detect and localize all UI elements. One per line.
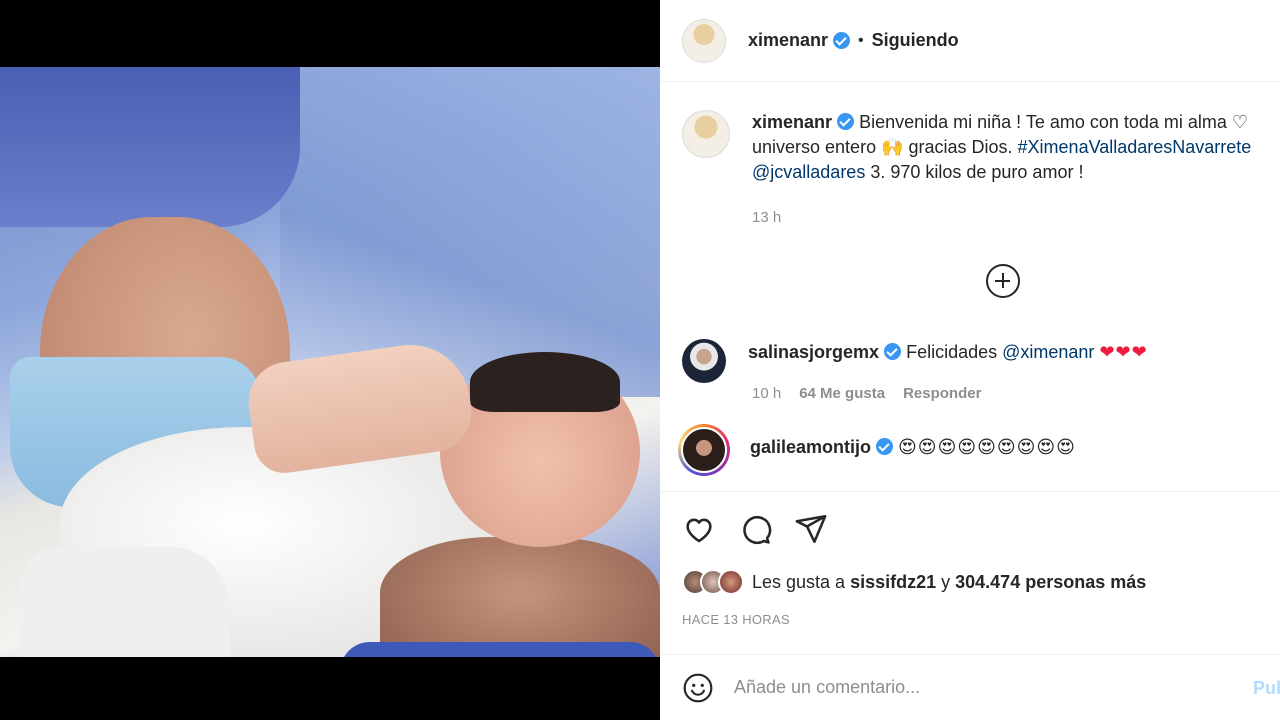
comment-icon[interactable] (738, 512, 772, 546)
caption: ximenanr Bienvenida mi niña ! Te amo con… (682, 110, 1280, 185)
verified-icon (833, 32, 851, 49)
comment-time[interactable]: 10 h (752, 385, 781, 402)
comment-item: galileamontijo 😍😍😍😍😍😍😍😍😍 (678, 424, 1280, 476)
likes-text: Les gusta a sissifdz21 y 304.474 persona… (752, 571, 1147, 592)
verified-icon (884, 343, 902, 360)
author-username[interactable]: ximenanr (748, 30, 828, 51)
caption-username[interactable]: ximenanr (752, 112, 832, 132)
separator-dot: • (858, 31, 864, 49)
post-header: ximenanr • Siguiendo (660, 0, 1280, 82)
media-area (0, 0, 660, 720)
post-actions: Les gusta a sissifdz21 y 304.474 persona… (660, 491, 1280, 647)
publish-button[interactable]: Publ (1253, 678, 1280, 699)
likes-summary[interactable]: Les gusta a sissifdz21 y 304.474 persona… (682, 569, 1146, 595)
mention-link[interactable]: @jcvalladares (752, 162, 865, 182)
post-timestamp: HACE 13 HORAS (682, 612, 790, 627)
commenter-avatar[interactable] (678, 424, 730, 476)
add-comment-bar: Publ (660, 654, 1280, 720)
caption-avatar[interactable] (682, 110, 730, 158)
comment-username[interactable]: salinasjorgemx (748, 342, 879, 362)
comment-body: salinasjorgemx Felicidades @ximenanr ❤❤❤ (748, 339, 1278, 383)
likes-count[interactable]: 304.474 personas más (955, 572, 1146, 592)
comment-meta: 10 h 64 Me gusta Responder (752, 385, 981, 402)
comments-list: ximenanr Bienvenida mi niña ! Te amo con… (660, 83, 1280, 491)
hearts-emoji: ❤❤❤ (1099, 342, 1148, 362)
comment-text: Felicidades (906, 342, 1003, 362)
comment-likes[interactable]: 64 Me gusta (799, 385, 885, 402)
action-icons (682, 512, 828, 546)
comment-input[interactable] (734, 677, 1214, 698)
verified-icon (837, 113, 855, 130)
caption-body: ximenanr Bienvenida mi niña ! Te amo con… (752, 110, 1280, 185)
liker-avatars (682, 569, 744, 595)
caption-text-end: 3. 970 kilos de puro amor ! (865, 162, 1084, 182)
mention-link[interactable]: @ximenanr (1002, 342, 1094, 362)
author-avatar[interactable] (682, 18, 726, 63)
verified-icon (876, 438, 894, 455)
post-photo[interactable] (0, 67, 660, 657)
hashtag-link[interactable]: #XimenaValladaresNavarrete (1018, 137, 1252, 157)
comment-item: salinasjorgemx Felicidades @ximenanr ❤❤❤ (682, 339, 1278, 383)
reply-button[interactable]: Responder (903, 385, 981, 402)
heart-icon[interactable] (682, 512, 716, 546)
comment-text: 😍😍😍😍😍😍😍😍😍 (898, 437, 1076, 457)
share-icon[interactable] (794, 512, 828, 546)
emoji-icon[interactable] (682, 672, 714, 704)
comment-body: galileamontijo 😍😍😍😍😍😍😍😍😍 (750, 424, 1280, 476)
caption-time[interactable]: 13 h (752, 209, 781, 226)
following-button[interactable]: Siguiendo (872, 30, 959, 51)
liker-username[interactable]: sissifdz21 (850, 572, 936, 592)
comment-username[interactable]: galileamontijo (750, 437, 871, 457)
post-panel: ximenanr • Siguiendo ximenanr Bienvenida… (660, 0, 1280, 720)
load-more-comments-icon[interactable] (986, 264, 1020, 298)
commenter-avatar[interactable] (682, 339, 726, 383)
